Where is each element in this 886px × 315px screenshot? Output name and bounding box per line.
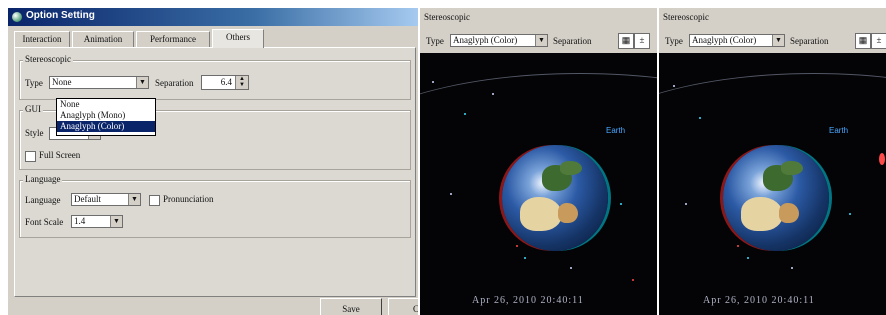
- language-select-value: Default: [74, 194, 101, 204]
- title-bar: Option Setting: [8, 8, 418, 26]
- earth-label: Earth: [606, 126, 626, 135]
- type-option-anaglyph-color[interactable]: Anaglyph (Color): [57, 121, 155, 132]
- star: [450, 193, 452, 195]
- star: [516, 245, 518, 247]
- viewer-title: Stereoscopic: [663, 12, 709, 22]
- chevron-down-icon[interactable]: ▼: [772, 35, 784, 46]
- fontscale-select-value: 1.4: [74, 216, 86, 226]
- earth-label: Earth: [829, 126, 849, 135]
- viewer-type-select[interactable]: Anaglyph (Color) ▼: [450, 34, 548, 47]
- type-select-value: None: [52, 77, 72, 87]
- separation-spin-buttons[interactable]: ▲ ▼: [235, 76, 248, 89]
- option-setting-dialog: Option Setting Interaction Animation Per…: [8, 8, 418, 315]
- stereo-viewer-1: Stereoscopic Type Anaglyph (Color) ▼ Sep…: [420, 8, 657, 315]
- land-patch: [558, 203, 578, 223]
- stereo-viewer-2: Stereoscopic Type Anaglyph (Color) ▼ Sep…: [659, 8, 886, 315]
- type-label: Type: [25, 78, 43, 88]
- date-readout: Apr 26, 2010 20:40:11: [472, 295, 584, 306]
- chevron-down-icon[interactable]: ▼: [110, 216, 122, 227]
- language-label: Language: [25, 195, 61, 205]
- tab-interaction[interactable]: Interaction: [14, 31, 70, 47]
- viewer-type-label: Type: [426, 36, 444, 46]
- star: [432, 81, 434, 83]
- tab-performance[interactable]: Performance: [136, 31, 210, 47]
- star: [570, 267, 572, 269]
- pronunciation-checkbox[interactable]: [149, 195, 160, 206]
- viewer-type-select[interactable]: Anaglyph (Color) ▼: [689, 34, 785, 47]
- star: [632, 279, 634, 281]
- fontscale-select[interactable]: 1.4 ▼: [71, 215, 123, 228]
- app-icon: [12, 12, 22, 22]
- viewer-title: Stereoscopic: [424, 12, 470, 22]
- fullscreen-label: Full Screen: [39, 150, 81, 160]
- dialog-title: Option Setting: [26, 10, 95, 21]
- pronunciation-label: Pronunciation: [163, 194, 214, 204]
- star: [737, 245, 739, 247]
- language-group: [19, 180, 411, 238]
- land-patch: [779, 203, 799, 223]
- language-group-label: Language: [23, 174, 63, 184]
- star: [620, 203, 622, 205]
- star: [879, 153, 885, 165]
- separation-value: 6.4: [220, 77, 232, 87]
- type-select[interactable]: None ▼: [49, 76, 149, 89]
- type-option-none[interactable]: None: [57, 99, 155, 110]
- tab-others[interactable]: Others: [212, 29, 264, 48]
- chevron-down-icon[interactable]: ▼: [535, 35, 547, 46]
- date-readout: Apr 26, 2010 20:40:11: [703, 295, 815, 306]
- land-patch: [520, 197, 562, 231]
- star: [464, 113, 466, 115]
- others-tab-panel: Stereoscopic Type None ▼ Separation 6.4 …: [14, 47, 416, 297]
- space-view[interactable]: Earth Apr 26, 2010 20:40:11: [659, 53, 886, 315]
- space-view[interactable]: Earth Apr 26, 2010 20:40:11: [420, 53, 657, 315]
- viewer-toolbar: Type Anaglyph (Color) ▼ Separation ▦ ±: [659, 30, 886, 52]
- viewer-separation-label: Separation: [790, 36, 829, 46]
- separation-label: Separation: [155, 78, 194, 88]
- separation-stepper[interactable]: 6.4 ▲ ▼: [201, 75, 249, 90]
- viewer-separation-label: Separation: [553, 36, 592, 46]
- viewer-toolbar: Type Anaglyph (Color) ▼ Separation ▦ ±: [420, 30, 657, 52]
- fullscreen-checkbox[interactable]: [25, 151, 36, 162]
- gui-group-label: GUI: [23, 104, 43, 114]
- grid-icon[interactable]: ▦: [855, 33, 871, 49]
- type-dropdown-list: None Anaglyph (Mono) Anaglyph (Color): [56, 98, 156, 136]
- star: [492, 93, 494, 95]
- spin-icon[interactable]: ±: [871, 33, 886, 49]
- language-select[interactable]: Default ▼: [71, 193, 141, 206]
- star: [685, 203, 687, 205]
- spin-icon[interactable]: ±: [634, 33, 650, 49]
- viewer-type-label: Type: [665, 36, 683, 46]
- chevron-down-icon[interactable]: ▼: [128, 194, 140, 205]
- land-patch: [781, 161, 803, 175]
- star: [849, 213, 851, 215]
- style-label: Style: [25, 128, 44, 138]
- land-patch: [560, 161, 582, 175]
- star: [699, 117, 701, 119]
- chevron-down-icon[interactable]: ▼: [136, 77, 148, 88]
- star: [791, 267, 793, 269]
- earth-globe: [502, 145, 608, 251]
- star: [524, 257, 526, 259]
- type-option-anaglyph-mono[interactable]: Anaglyph (Mono): [57, 110, 155, 121]
- earth-globe: [723, 145, 829, 251]
- spin-down-icon[interactable]: ▼: [236, 82, 248, 88]
- tab-animation[interactable]: Animation: [72, 31, 134, 47]
- star: [747, 257, 749, 259]
- viewer-type-value: Anaglyph (Color): [692, 35, 757, 45]
- grid-icon[interactable]: ▦: [618, 33, 634, 49]
- viewer-type-value: Anaglyph (Color): [453, 35, 518, 45]
- cancel-button[interactable]: C: [388, 298, 418, 315]
- land-patch: [741, 197, 783, 231]
- star: [673, 85, 675, 87]
- fontscale-label: Font Scale: [25, 217, 64, 227]
- save-button[interactable]: Save: [320, 298, 382, 315]
- stereoscopic-group-label: Stereoscopic: [23, 54, 73, 64]
